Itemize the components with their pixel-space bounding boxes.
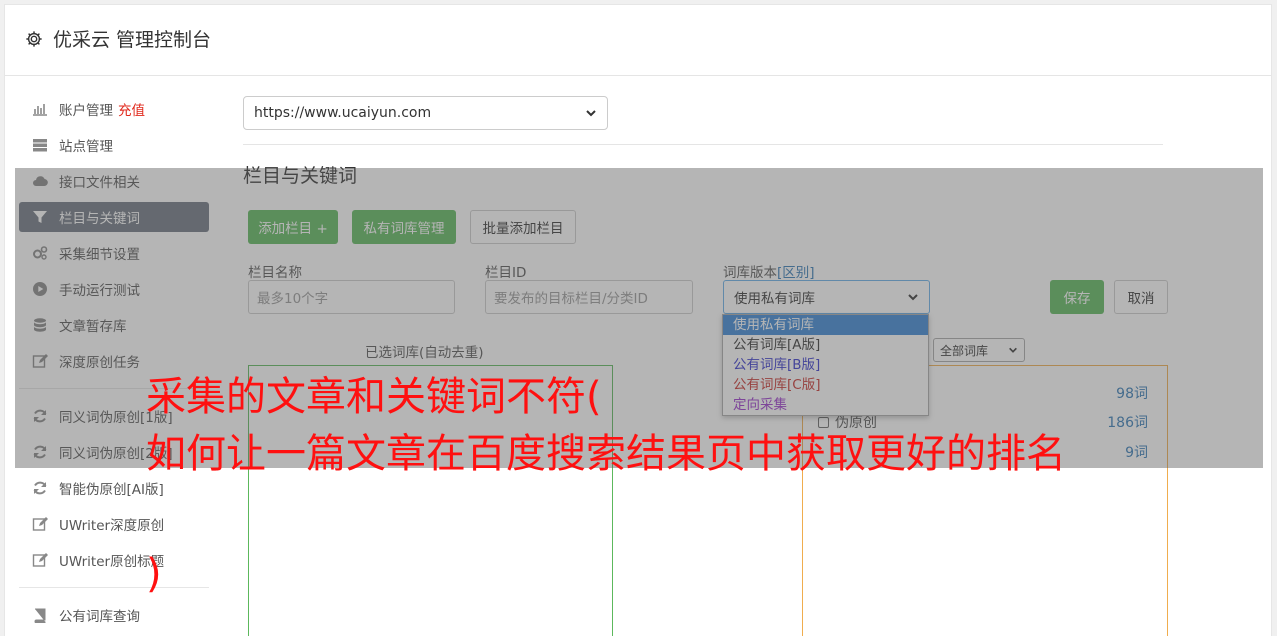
sidebar-item-label: UWriter深度原创 [59,518,165,534]
overlay-text-line2: 如何让一篇文章在百度搜索结果页中获取更好的排名 [146,431,1066,477]
sidebar-item-label: 账户管理 [59,103,113,119]
header: 优采云 管理控制台 [5,5,1271,76]
sidebar-item-uwriter-title[interactable]: UWriter原创标题 [19,545,209,575]
site-select-value: https://www.ucaiyun.com [254,105,432,121]
sidebar-item-label: 站点管理 [59,139,113,155]
app-title: 优采云 管理控制台 [53,29,212,51]
chevron-down-icon [585,107,597,119]
overlay-text-line3: ) [146,551,162,597]
bar-chart-icon [31,100,49,118]
recharge-link[interactable]: 充值 [118,99,145,119]
sidebar-item-account[interactable]: 账户管理 充值 [19,94,209,124]
overlay-text-line1: 采集的文章和关键词不符( [146,374,602,420]
server-icon [31,136,49,154]
sidebar-item-label: 智能伪原创[AI版] [59,482,164,498]
sidebar-item-ai-pseudo[interactable]: 智能伪原创[AI版] [19,473,209,503]
sidebar-item-public-lib[interactable]: 公有词库查询 [19,600,209,630]
brand[interactable]: 优采云 管理控制台 [25,25,211,52]
sidebar-item-uwriter-deep[interactable]: UWriter深度原创 [19,509,209,539]
gray-overlay [15,168,1263,468]
edit-icon [31,551,49,569]
refresh-icon [31,479,49,497]
sidebar-divider [19,587,209,588]
sidebar-item-label: 公有词库查询 [59,609,140,625]
book-icon [31,606,49,624]
gear-icon [25,30,43,48]
edit-icon [31,515,49,533]
site-select[interactable]: https://www.ucaiyun.com [243,96,608,130]
divider [243,144,1163,145]
sidebar-item-sites[interactable]: 站点管理 [19,130,209,160]
